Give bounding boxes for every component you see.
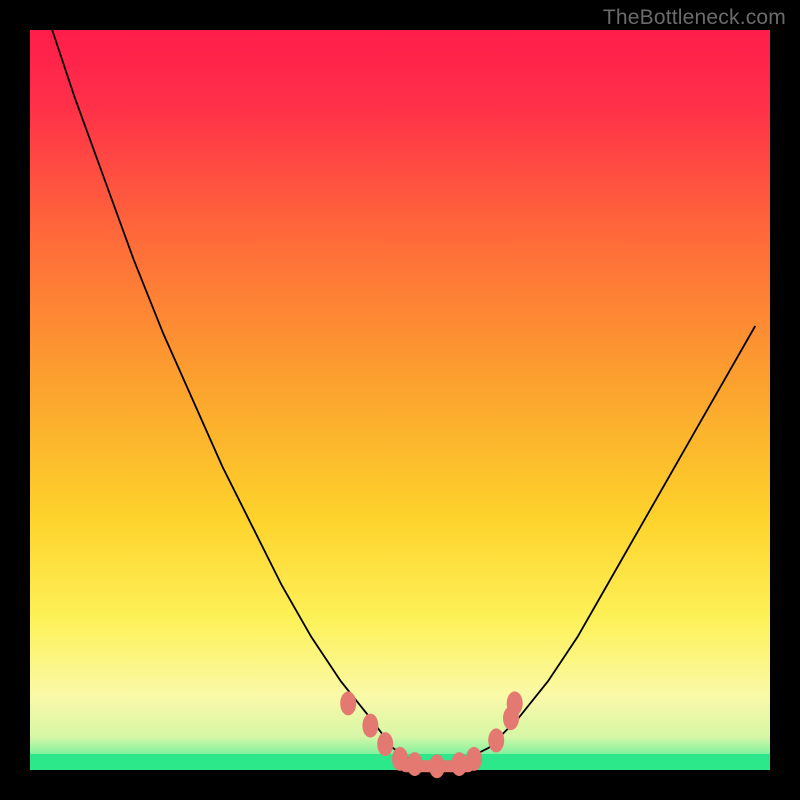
curve-marker	[377, 732, 393, 756]
chart-svg	[0, 0, 800, 800]
chart-frame: TheBottleneck.com	[0, 0, 800, 800]
curve-marker	[340, 691, 356, 715]
curve-marker	[488, 728, 504, 752]
plot-background	[30, 30, 770, 770]
curve-marker	[507, 691, 523, 715]
curve-marker	[362, 714, 378, 738]
watermark-text: TheBottleneck.com	[603, 6, 786, 30]
curve-marker-flat	[400, 760, 474, 772]
